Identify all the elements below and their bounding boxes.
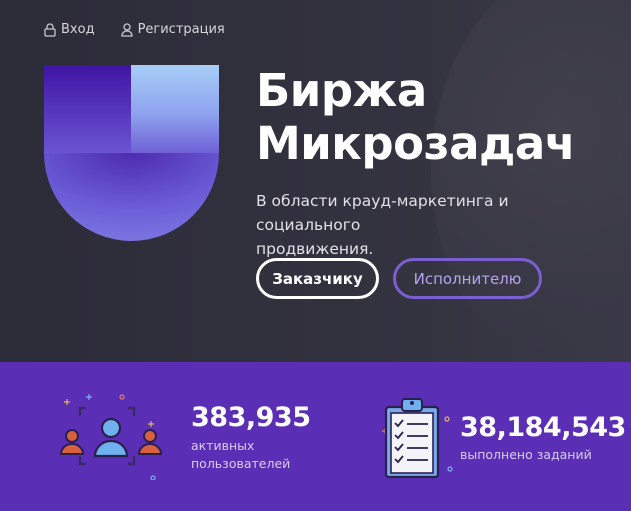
logo	[44, 65, 219, 241]
users-count: 383,935	[191, 402, 311, 433]
users-icon	[59, 394, 163, 480]
subtitle-line-1: В области крауд-маркетинга и социального	[256, 192, 509, 234]
page-title: Биржа Микрозадач	[256, 64, 576, 170]
executor-button[interactable]: Исполнителю	[393, 258, 542, 299]
lock-icon	[44, 22, 56, 37]
tasks-count: 38,184,543	[460, 412, 626, 443]
login-label: Вход	[61, 22, 95, 37]
auth-nav: Вход Регистрация	[44, 22, 225, 37]
users-label-line-1: активных	[191, 438, 255, 453]
title-line-2: Микрозадач	[256, 117, 576, 170]
users-label: активных пользователей	[191, 437, 290, 473]
clipboard-checklist-icon	[382, 398, 453, 479]
background-decoration	[431, 0, 631, 362]
subtitle-line-2: продвижения.	[256, 240, 374, 258]
page-subtitle: В области крауд-маркетинга и социального…	[256, 189, 616, 261]
hero-section: Вход Регистрация Биржа Микрозадач В обла…	[0, 0, 631, 362]
stats-section: 383,935 активных пользователей 38,184,54…	[0, 362, 631, 511]
user-icon	[120, 22, 133, 37]
tasks-label: выполнено заданий	[460, 447, 592, 462]
users-label-line-2: пользователей	[191, 456, 291, 471]
title-line-1: Биржа	[256, 64, 427, 117]
register-label: Регистрация	[137, 22, 225, 37]
login-link[interactable]: Вход	[44, 22, 95, 37]
customer-button[interactable]: Заказчику	[256, 258, 379, 299]
register-link[interactable]: Регистрация	[120, 22, 225, 37]
